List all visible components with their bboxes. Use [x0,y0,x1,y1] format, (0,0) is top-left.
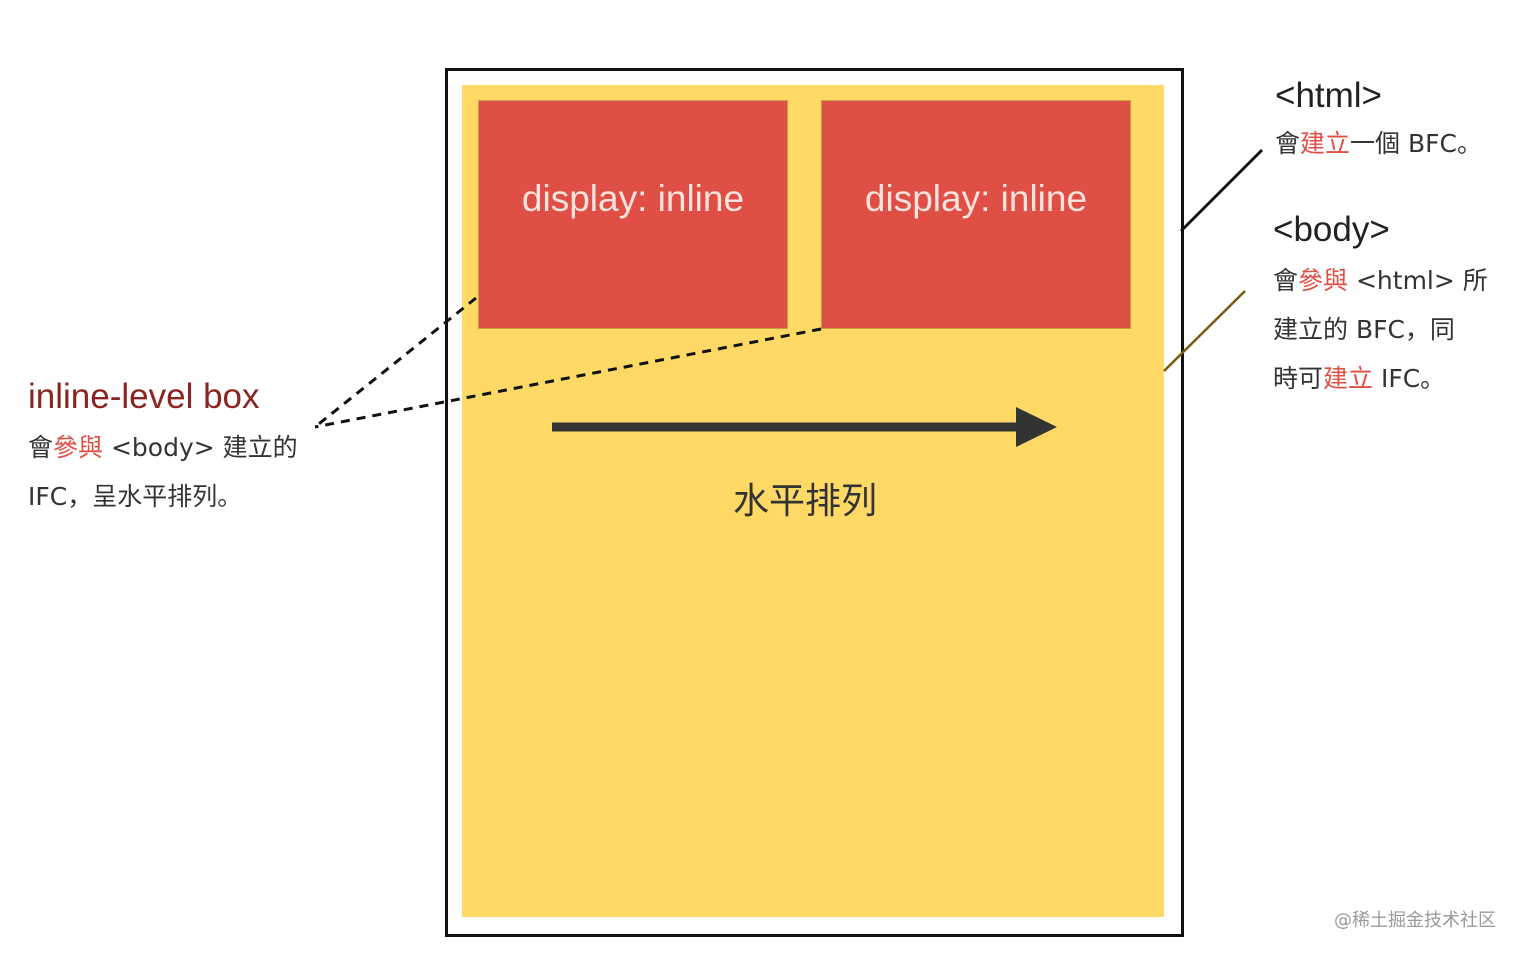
inline-box-first-label: display: inline [521,177,745,219]
html-note-title: <html> [1275,76,1382,115]
body-note-line-1: 會參與 <html> 所 [1273,266,1488,295]
horizontal-arrangement-label: 水平排列 [732,481,877,522]
inline-note-line-1: 會參與 <body> 建立的 [28,433,298,462]
body-note-title: <body> [1273,210,1390,249]
inline-level-box-note: inline-level box 會參與 <body> 建立的 IFC，呈水平排… [28,377,298,521]
body-note-line-2: 建立的 BFC，同 [1273,315,1455,344]
inline-box-first: display: inline [478,100,788,329]
inline-note-line-2: IFC，呈水平排列。 [28,482,243,511]
html-connector-line [1179,148,1264,233]
html-note: <html> 會建立一個 BFC。 [1275,76,1482,164]
watermark: @稀土掘金技术社区 [1334,910,1496,931]
body-note: <body> 會參與 <html> 所 建立的 BFC，同 時可建立 IFC。 [1273,210,1488,403]
inline-box-second-label: display: inline [864,177,1088,219]
inline-note-title: inline-level box [28,377,260,416]
diagram-canvas: display: inline display: inline 水平排列 <ht… [0,0,1532,958]
body-note-line-3: 時可建立 IFC。 [1273,364,1446,393]
html-note-line-1: 會建立一個 BFC。 [1275,129,1482,158]
inline-box-second: display: inline [821,100,1131,329]
